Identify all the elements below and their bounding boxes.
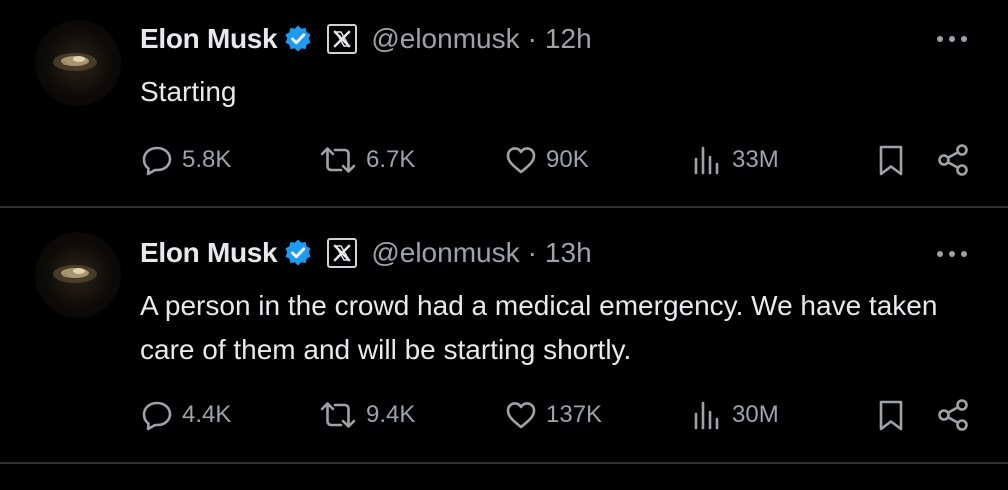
more-dots-icon[interactable] bbox=[932, 242, 972, 266]
timestamp[interactable]: 13h bbox=[545, 237, 592, 269]
like-button[interactable]: 90K bbox=[504, 140, 589, 180]
share-nodes-icon bbox=[936, 398, 972, 432]
tweet[interactable]: Elon Musk @elonmusk · 12h Starting 5.8K … bbox=[0, 0, 1008, 206]
separator-dot: · bbox=[527, 23, 537, 54]
reply-count: 5.8K bbox=[182, 146, 232, 173]
reply-count: 4.4K bbox=[182, 401, 232, 428]
views-count: 33M bbox=[732, 146, 779, 173]
verified-badge-icon bbox=[283, 24, 313, 54]
share-nodes-icon bbox=[936, 143, 972, 177]
repost-arrows-icon bbox=[318, 398, 358, 432]
bookmark-icon bbox=[874, 143, 908, 177]
verified-badge-icon bbox=[283, 238, 313, 268]
repost-button[interactable]: 9.4K bbox=[318, 395, 415, 435]
like-count: 137K bbox=[546, 401, 603, 428]
timestamp[interactable]: 12h bbox=[545, 23, 592, 55]
x-logo-icon bbox=[327, 238, 358, 268]
tweet-header: Elon Musk @elonmusk · 13h bbox=[140, 235, 592, 271]
repost-button[interactable]: 6.7K bbox=[318, 140, 415, 180]
avatar-image bbox=[53, 265, 97, 283]
reply-bubble-icon bbox=[140, 398, 174, 432]
repost-count: 6.7K bbox=[366, 146, 416, 173]
more-dots-icon[interactable] bbox=[932, 27, 972, 51]
views-button[interactable]: 30M bbox=[690, 395, 779, 435]
reply-button[interactable]: 5.8K bbox=[140, 140, 231, 180]
tweet-header: Elon Musk @elonmusk · 12h bbox=[140, 21, 592, 57]
like-button[interactable]: 137K bbox=[504, 395, 602, 435]
author-name[interactable]: Elon Musk bbox=[140, 23, 278, 55]
heart-icon bbox=[504, 398, 538, 432]
bookmark-button[interactable] bbox=[874, 140, 908, 180]
views-button[interactable]: 33M bbox=[690, 140, 779, 180]
share-button[interactable] bbox=[936, 140, 972, 180]
tweet[interactable]: Elon Musk @elonmusk · 13h A person in th… bbox=[0, 208, 1008, 462]
tweet-actions: 5.8K 6.7K 90K 33M bbox=[140, 140, 980, 180]
tweet-actions: 4.4K 9.4K 137K 30M bbox=[140, 395, 980, 435]
views-bars-icon bbox=[690, 398, 724, 432]
author-handle[interactable]: @elonmusk bbox=[371, 237, 519, 269]
share-button[interactable] bbox=[936, 395, 972, 435]
author-handle[interactable]: @elonmusk bbox=[371, 23, 519, 55]
repost-arrows-icon bbox=[318, 143, 358, 177]
reply-button[interactable]: 4.4K bbox=[140, 395, 231, 435]
author-name[interactable]: Elon Musk bbox=[140, 237, 278, 269]
like-count: 90K bbox=[546, 146, 589, 173]
tweet-text: A person in the crowd had a medical emer… bbox=[140, 290, 938, 365]
tweet-divider bbox=[0, 462, 1008, 464]
bookmark-button[interactable] bbox=[874, 395, 908, 435]
avatar[interactable] bbox=[35, 20, 121, 106]
bookmark-icon bbox=[874, 398, 908, 432]
separator-dot: · bbox=[527, 237, 537, 268]
views-bars-icon bbox=[690, 143, 724, 177]
x-logo-icon bbox=[327, 24, 358, 54]
views-count: 30M bbox=[732, 401, 779, 428]
heart-icon bbox=[504, 143, 538, 177]
avatar[interactable] bbox=[35, 232, 121, 318]
tweet-text: Starting bbox=[140, 76, 237, 107]
avatar-image bbox=[53, 53, 97, 71]
reply-bubble-icon bbox=[140, 143, 174, 177]
repost-count: 9.4K bbox=[366, 401, 416, 428]
